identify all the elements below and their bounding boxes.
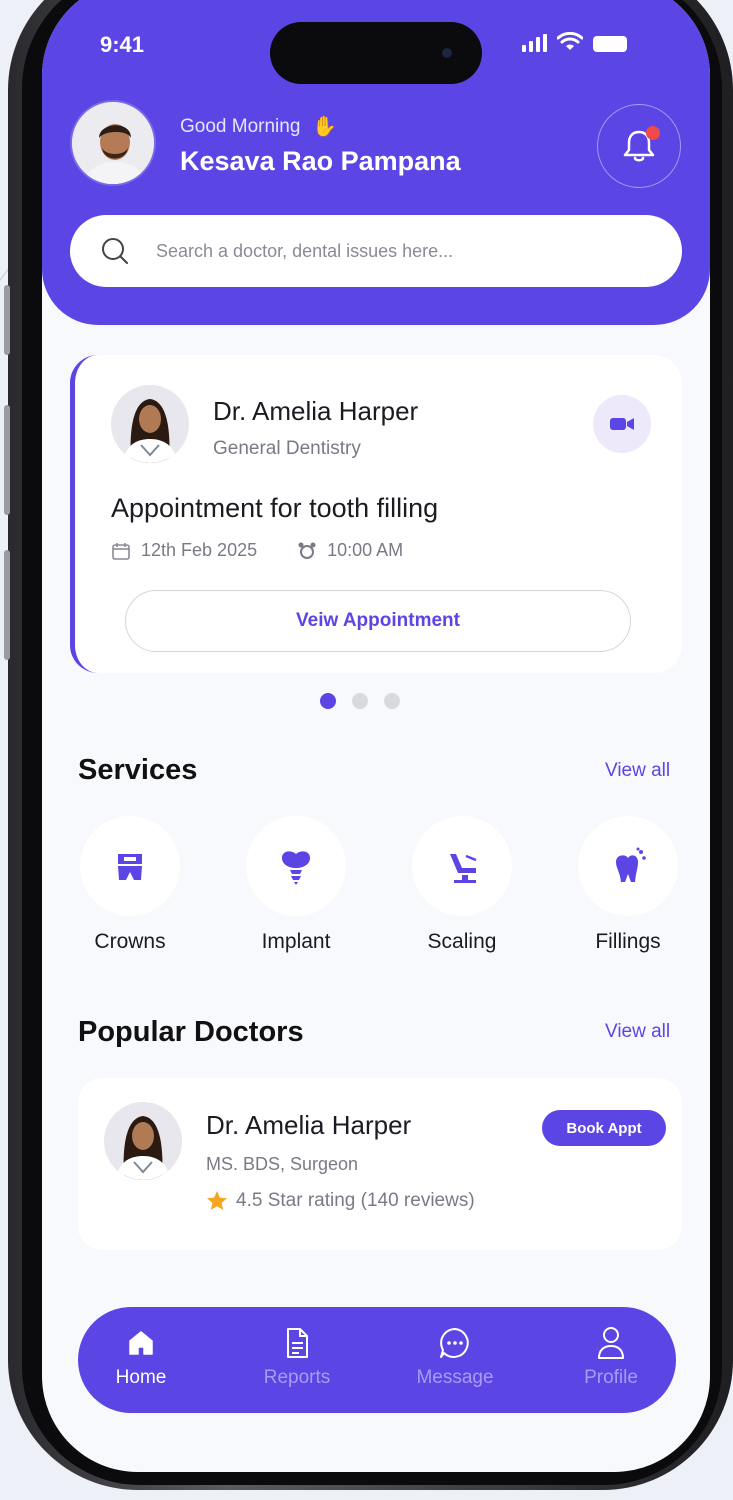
nav-label: Reports <box>263 1367 331 1388</box>
carousel-dot[interactable] <box>320 693 336 709</box>
nav-label: Profile <box>584 1367 638 1388</box>
nav-label: Home <box>115 1367 167 1388</box>
user-icon <box>598 1327 624 1359</box>
signal-icon <box>522 34 547 52</box>
wave-hand-icon: ✋ <box>312 116 338 138</box>
dynamic-island <box>270 22 482 84</box>
search-input[interactable] <box>156 240 616 262</box>
notification-button[interactable] <box>597 104 681 188</box>
appointment-time: 10:00 AM <box>297 540 403 561</box>
bottom-navigation: Home Reports Message Profile <box>78 1307 676 1413</box>
service-item-crowns[interactable]: Crowns <box>70 816 190 954</box>
crown-tooth-icon <box>118 854 142 880</box>
carousel-indicator <box>320 693 400 709</box>
service-icon-circle <box>246 816 346 916</box>
service-label: Implant <box>261 930 331 953</box>
chat-icon <box>440 1328 469 1358</box>
service-icon-circle <box>412 816 512 916</box>
calendar-icon <box>112 542 130 560</box>
appointment-doctor-name: Dr. Amelia Harper <box>213 396 419 426</box>
app-screen: 9:41 Good Morning ✋ Kesava Rao Pampana S… <box>42 0 710 1472</box>
appointment-title: Appointment for tooth filling <box>111 493 439 523</box>
carousel-dot[interactable] <box>352 693 368 709</box>
popular-doctors-title: Popular Doctors <box>78 1016 304 1048</box>
doctor-photo-icon <box>104 1102 182 1180</box>
doctor-card[interactable]: Dr. Amelia Harper MS. BDS, Surgeon 4.5 S… <box>78 1078 682 1250</box>
user-name: Kesava Rao Pampana <box>180 146 461 176</box>
implant-icon <box>282 851 310 885</box>
popular-doctors-view-all-link[interactable]: View all <box>605 1021 670 1043</box>
nav-label: Message <box>416 1367 494 1388</box>
phone-side-button <box>4 550 10 660</box>
nav-item-reports[interactable]: Reports <box>242 1325 352 1389</box>
service-label: Fillings <box>595 930 661 953</box>
doctor-avatar <box>104 1102 182 1180</box>
status-time: 9:41 <box>100 32 145 57</box>
header: 9:41 Good Morning ✋ Kesava Rao Pampana S… <box>42 0 710 325</box>
doctor-name: Dr. Amelia Harper <box>206 1110 412 1140</box>
book-appointment-button[interactable]: Book Appt <box>542 1110 666 1146</box>
notification-badge <box>646 126 660 140</box>
doctor-qualification: MS. BDS, Surgeon <box>206 1154 359 1174</box>
service-icon-circle <box>80 816 180 916</box>
services-title: Services <box>78 754 198 786</box>
appointment-meta: 12th Feb 2025 10:00 AM <box>111 540 403 561</box>
appointment-card[interactable]: Dr. Amelia Harper General Dentistry Appo… <box>70 355 682 673</box>
services-view-all-link[interactable]: View all <box>605 760 670 782</box>
service-label: Scaling <box>427 930 497 953</box>
view-appointment-button[interactable]: Veiw Appointment <box>125 590 631 652</box>
phone-side-button <box>4 285 10 355</box>
star-icon <box>207 1191 227 1210</box>
search-icon <box>102 238 128 264</box>
greeting-text: Good Morning <box>180 115 301 137</box>
video-call-button[interactable] <box>593 395 651 453</box>
user-avatar[interactable] <box>70 100 156 186</box>
alarm-clock-icon <box>298 542 316 559</box>
appointment-time-text: 10:00 AM <box>327 540 404 560</box>
status-icons <box>522 32 627 52</box>
nav-item-home[interactable]: Home <box>86 1325 196 1389</box>
service-item-scaling[interactable]: Scaling <box>402 816 522 954</box>
appointment-date-text: 12th Feb 2025 <box>141 540 258 560</box>
home-icon <box>129 1331 153 1355</box>
battery-icon <box>593 36 627 52</box>
service-item-implant[interactable]: Implant <box>236 816 356 954</box>
camera-icon <box>442 48 452 58</box>
document-icon <box>287 1328 308 1358</box>
service-icon-circle <box>578 816 678 916</box>
nav-item-message[interactable]: Message <box>400 1325 510 1389</box>
doctor-photo-icon <box>111 385 189 463</box>
person-icon <box>72 102 154 184</box>
video-camera-icon <box>610 418 634 430</box>
dental-chair-icon <box>450 854 477 883</box>
filling-tooth-icon <box>616 847 646 882</box>
doctor-avatar <box>111 385 189 463</box>
wifi-icon <box>557 32 583 50</box>
greeting: Good Morning ✋ <box>180 114 337 139</box>
doctor-rating: 4.5 Star rating (140 reviews) <box>206 1190 475 1212</box>
nav-item-profile[interactable]: Profile <box>556 1325 666 1389</box>
service-label: Crowns <box>94 930 166 953</box>
service-item-fillings[interactable]: Fillings <box>568 816 688 954</box>
appointment-doctor-specialty: General Dentistry <box>213 438 361 459</box>
carousel-dot[interactable] <box>384 693 400 709</box>
search-bar[interactable] <box>70 215 682 287</box>
doctor-rating-text: 4.5 Star rating (140 reviews) <box>236 1190 475 1211</box>
phone-side-button <box>4 405 10 515</box>
appointment-date: 12th Feb 2025 <box>111 540 257 561</box>
